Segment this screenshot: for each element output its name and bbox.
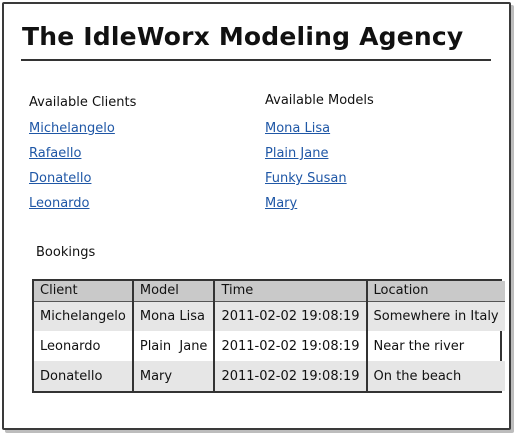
cell-time: 2011-02-02 19:08:19	[214, 361, 368, 391]
cell-time: 2011-02-02 19:08:19	[214, 331, 368, 361]
model-link-mona-lisa[interactable]: Mona Lisa	[265, 121, 330, 136]
cell-time: 2011-02-02 19:08:19	[214, 301, 368, 331]
window-frame: The IdleWorx Modeling Agency Available C…	[2, 2, 511, 430]
cell-model: Mona Lisa	[132, 301, 216, 331]
model-link-mary[interactable]: Mary	[265, 196, 297, 211]
table-row: Donatello Mary 2011-02-02 19:08:19 On th…	[34, 361, 505, 391]
cell-model: Plain Jane	[132, 331, 216, 361]
column-header-location: Location	[373, 283, 429, 299]
clients-heading: Available Clients	[29, 95, 137, 110]
client-link-donatello[interactable]: Donatello	[29, 171, 91, 186]
column-header-time: Time	[214, 281, 368, 301]
column-header-client: Client	[34, 281, 134, 301]
models-heading: Available Models	[265, 93, 374, 108]
table-header-row: Client Model Time Location	[34, 281, 505, 301]
title-divider	[21, 59, 491, 61]
client-link-michelangelo[interactable]: Michelangelo	[29, 121, 115, 136]
column-header-model: Model	[132, 281, 216, 301]
table-row: Michelangelo Mona Lisa 2011-02-02 19:08:…	[34, 301, 505, 331]
cell-location: On the beach	[373, 368, 462, 384]
model-link-plain-jane[interactable]: Plain Jane	[265, 146, 328, 161]
model-link-funky-susan[interactable]: Funky Susan	[265, 171, 347, 186]
cell-model: Mary	[132, 361, 216, 391]
page-title: The IdleWorx Modeling Agency	[22, 22, 464, 51]
table-row: Leonardo Plain Jane 2011-02-02 19:08:19 …	[34, 331, 505, 361]
client-link-leonardo[interactable]: Leonardo	[29, 196, 90, 211]
cell-client: Michelangelo	[34, 301, 134, 331]
client-link-rafaello[interactable]: Rafaello	[29, 146, 81, 161]
cell-client: Leonardo	[34, 331, 134, 361]
bookings-table: Client Model Time Location Michelangelo …	[32, 279, 505, 393]
cell-client: Donatello	[34, 361, 134, 391]
cell-location: Near the river	[373, 338, 465, 354]
cell-location: Somewhere in Italy	[373, 308, 499, 324]
bookings-heading: Bookings	[36, 245, 96, 260]
